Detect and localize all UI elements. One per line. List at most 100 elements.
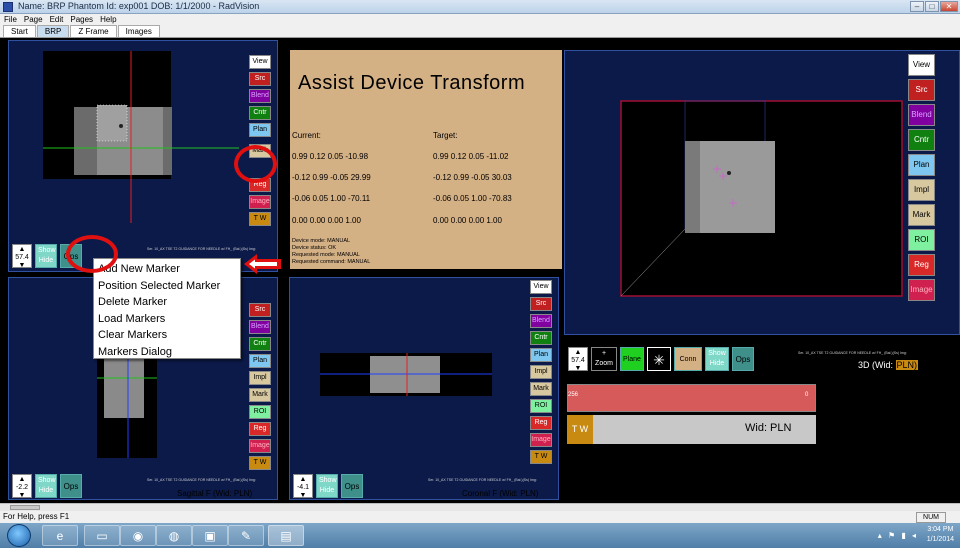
plane-button[interactable]: Plane bbox=[620, 347, 644, 371]
sagittal-mark-button[interactable]: Mark bbox=[249, 388, 271, 402]
axial-image-button[interactable]: Image bbox=[249, 195, 271, 209]
menu-pages[interactable]: Pages bbox=[70, 14, 93, 25]
menu-item-position-selected-marker[interactable]: Position Selected Marker bbox=[94, 278, 240, 295]
minimize-button[interactable]: – bbox=[910, 1, 924, 12]
axial-view-button[interactable]: View bbox=[249, 55, 271, 69]
sagittal-controls: ▲ -2.2 ▼ Show Hide Ops bbox=[12, 474, 82, 499]
3d-image-button[interactable]: Image bbox=[908, 279, 935, 301]
tab-brp[interactable]: BRP bbox=[36, 25, 70, 37]
sagittal-image-button[interactable]: Image bbox=[249, 439, 271, 453]
sagittal-show-hide-button[interactable]: Show Hide bbox=[35, 474, 57, 498]
axial-slice-spinner[interactable]: ▲ 57.4 ▼ bbox=[12, 244, 32, 269]
3d-impl-button[interactable]: Impl bbox=[908, 179, 935, 201]
tab-z-frame[interactable]: Z Frame bbox=[70, 25, 117, 37]
window-level-bar[interactable] bbox=[567, 384, 816, 412]
axial-show-hide-button[interactable]: Show Hide bbox=[35, 244, 57, 268]
coronal-plan-button[interactable]: Plan bbox=[530, 348, 552, 362]
menu-item-delete-marker[interactable]: Delete Marker bbox=[94, 294, 240, 311]
media-player-icon[interactable]: ◉ bbox=[120, 525, 156, 546]
start-button[interactable] bbox=[7, 524, 31, 547]
horizontal-scrollbar[interactable] bbox=[0, 503, 960, 511]
sagittal-blend-button[interactable]: Blend bbox=[249, 320, 271, 334]
taskbar-clock[interactable]: 3:04 PM 1/1/2014 bbox=[927, 525, 954, 545]
chrome-icon[interactable]: ◍ bbox=[156, 525, 192, 546]
coronal-slice-spinner[interactable]: ▲ -4.1 ▼ bbox=[293, 474, 313, 499]
coronal-view-panel[interactable]: View Src Blend Cntr Plan Impl Mark ROI R… bbox=[289, 277, 559, 500]
axial-plan-button[interactable]: Plan bbox=[249, 123, 271, 137]
3d-mark-button[interactable]: Mark bbox=[908, 204, 935, 226]
status-help-text: For Help, press F1 bbox=[3, 512, 70, 521]
3d-ops-button[interactable]: Ops bbox=[732, 347, 754, 371]
coronal-view-button[interactable]: View bbox=[530, 280, 552, 294]
coronal-tw-button[interactable]: T W bbox=[530, 450, 552, 464]
menu-item-markers-dialog[interactable]: Markers Dialog bbox=[94, 344, 240, 361]
coronal-cntr-button[interactable]: Cntr bbox=[530, 331, 552, 345]
coronal-blend-button[interactable]: Blend bbox=[530, 314, 552, 328]
3d-view-panel[interactable]: View Src Blend Cntr Plan Impl Mark ROI R… bbox=[564, 50, 960, 335]
3d-view-button[interactable]: View bbox=[908, 54, 935, 76]
close-button[interactable]: ✕ bbox=[940, 1, 958, 12]
3d-reg-button[interactable]: Reg bbox=[908, 254, 935, 276]
sagittal-slice-spinner[interactable]: ▲ -2.2 ▼ bbox=[12, 474, 32, 499]
tab-start[interactable]: Start bbox=[3, 25, 36, 37]
sagittal-src-button[interactable]: Src bbox=[249, 303, 271, 317]
folder-icon[interactable]: ▭ bbox=[84, 525, 120, 546]
coronal-button-column: View Src Blend Cntr Plan Impl Mark ROI R… bbox=[530, 280, 552, 464]
3d-spinner[interactable]: ▲ 57.4 ▼ bbox=[568, 347, 588, 372]
coronal-reg-button[interactable]: Reg bbox=[530, 416, 552, 430]
menu-item-load-markers[interactable]: Load Markers bbox=[94, 311, 240, 328]
3d-roi-button[interactable]: ROI bbox=[908, 229, 935, 251]
menu-help[interactable]: Help bbox=[100, 14, 116, 25]
menu-item-clear-markers[interactable]: Clear Markers bbox=[94, 327, 240, 344]
3d-tw-badge[interactable]: PLN) bbox=[895, 360, 919, 370]
paint-icon[interactable]: ✎ bbox=[228, 525, 264, 546]
sagittal-tw-button[interactable]: T W bbox=[249, 456, 271, 470]
axial-src-button[interactable]: Src bbox=[249, 72, 271, 86]
3d-blend-button[interactable]: Blend bbox=[908, 104, 935, 126]
conn-button[interactable]: Conn bbox=[674, 347, 702, 371]
3d-show-hide-button[interactable]: Show Hide bbox=[705, 347, 729, 371]
menu-page[interactable]: Page bbox=[24, 14, 43, 25]
axial-tw-button[interactable]: T W bbox=[249, 212, 271, 226]
coronal-image[interactable] bbox=[290, 278, 560, 501]
sagittal-plan-button[interactable]: Plan bbox=[249, 354, 271, 368]
window-level-tw-button[interactable]: T W bbox=[567, 415, 593, 444]
maximize-button[interactable]: □ bbox=[925, 1, 939, 12]
ie-icon[interactable]: e bbox=[42, 525, 78, 546]
menu-item-add-new-marker[interactable]: Add New Marker bbox=[94, 261, 240, 278]
3d-panel-title: 3D (Wid: PLN) bbox=[858, 360, 919, 370]
menu-file[interactable]: File bbox=[4, 14, 17, 25]
zoom-button[interactable]: + Zoom bbox=[591, 347, 617, 371]
coronal-src-button[interactable]: Src bbox=[530, 297, 552, 311]
sagittal-cntr-button[interactable]: Cntr bbox=[249, 337, 271, 351]
tab-images[interactable]: Images bbox=[117, 25, 160, 37]
menu-edit[interactable]: Edit bbox=[50, 14, 64, 25]
axial-blend-button[interactable]: Blend bbox=[249, 89, 271, 103]
device-status: Device status: OK bbox=[292, 245, 337, 251]
target-row: 0.00 0.00 0.00 1.00 bbox=[433, 216, 502, 225]
scrollbar-thumb[interactable] bbox=[10, 505, 40, 510]
sagittal-ops-button[interactable]: Ops bbox=[60, 474, 82, 498]
3d-plan-button[interactable]: Plan bbox=[908, 154, 935, 176]
sagittal-roi-button[interactable]: ROI bbox=[249, 405, 271, 419]
coronal-ops-button[interactable]: Ops bbox=[341, 474, 363, 498]
3d-cntr-button[interactable]: Cntr bbox=[908, 129, 935, 151]
coronal-impl-button[interactable]: Impl bbox=[530, 365, 552, 379]
axial-cntr-button[interactable]: Cntr bbox=[249, 106, 271, 120]
snowflake-icon[interactable]: ✳ bbox=[647, 347, 671, 371]
coronal-roi-button[interactable]: ROI bbox=[530, 399, 552, 413]
3d-src-button[interactable]: Src bbox=[908, 79, 935, 101]
coronal-mark-button[interactable]: Mark bbox=[530, 382, 552, 396]
coronal-image-button[interactable]: Image bbox=[530, 433, 552, 447]
coronal-show-hide-button[interactable]: Show Hide bbox=[316, 474, 338, 498]
sagittal-impl-button[interactable]: Impl bbox=[249, 371, 271, 385]
app-icon[interactable]: ▣ bbox=[192, 525, 228, 546]
window-level-widget[interactable]: 256 0 T W Wid: PLN bbox=[565, 384, 819, 444]
3d-render[interactable] bbox=[565, 51, 960, 301]
3d-button-column: View Src Blend Cntr Plan Impl Mark ROI R… bbox=[908, 54, 935, 301]
windows-taskbar: e ▭ ◉ ◍ ▣ ✎ ▤ ▴ ⚑ ▮ ◂ 3:04 PM 1/1/2014 bbox=[0, 523, 960, 548]
sagittal-reg-button[interactable]: Reg bbox=[249, 422, 271, 436]
radvision-app: Name: BRP Phantom Id: exp001 DOB: 1/1/20… bbox=[0, 0, 960, 548]
radvision-task-icon[interactable]: ▤ bbox=[268, 525, 304, 546]
title-bar: Name: BRP Phantom Id: exp001 DOB: 1/1/20… bbox=[0, 0, 960, 14]
